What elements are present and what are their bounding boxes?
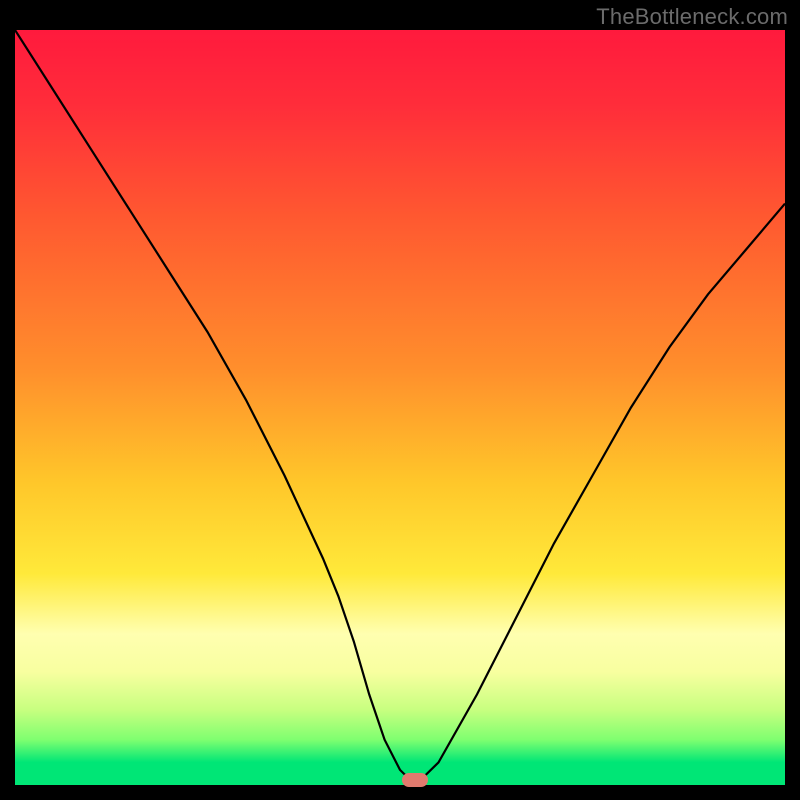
- chart-container: [15, 30, 785, 785]
- chart-background-gradient: [15, 30, 785, 785]
- watermark-text: TheBottleneck.com: [596, 4, 788, 30]
- optimum-marker: [402, 773, 428, 787]
